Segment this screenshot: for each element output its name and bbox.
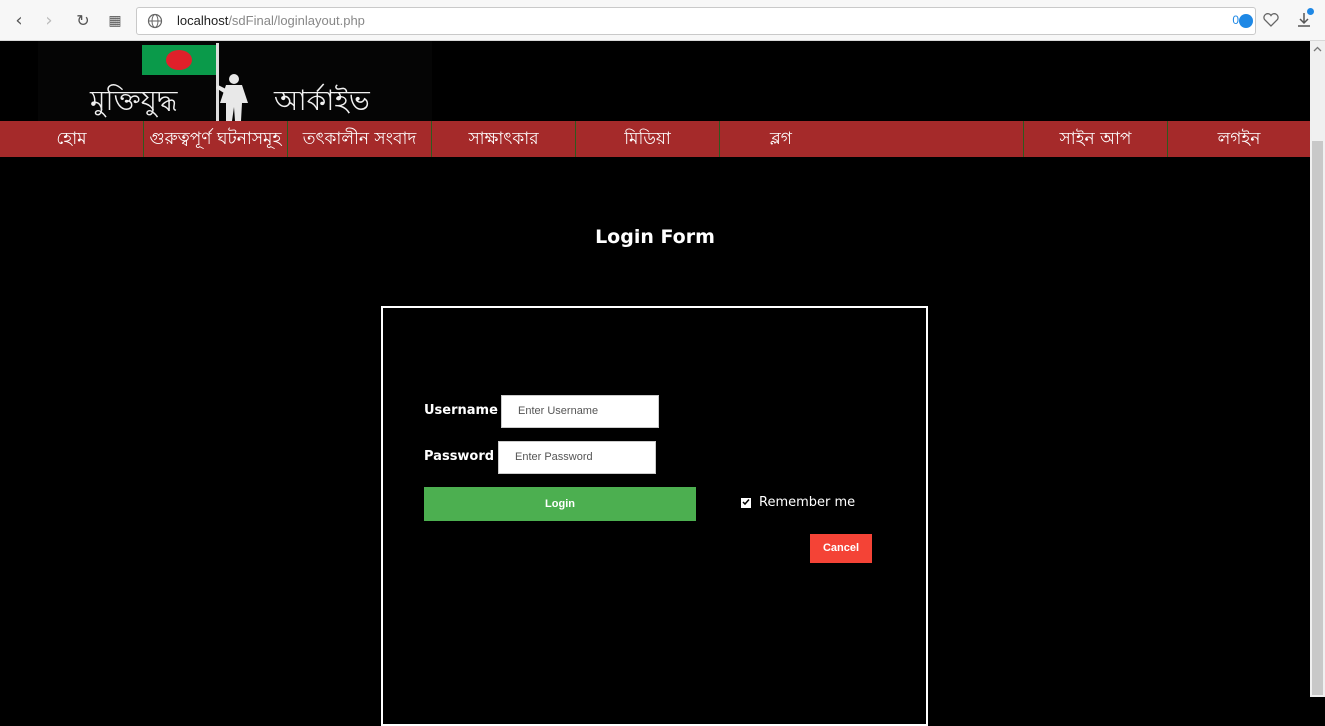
nav-important-events[interactable]: গুরুত্বপূর্ণ ঘটনাসমূহ (144, 121, 288, 157)
address-bar[interactable]: localhost/sdFinal/loginlayout.php 0 (136, 7, 1256, 35)
back-icon[interactable]: ‹ (8, 10, 30, 32)
blocked-counter: 0 (1232, 13, 1239, 27)
freedom-fighter-icon (216, 74, 248, 121)
heart-icon[interactable] (1262, 11, 1280, 29)
browser-toolbar: ‹ › ↻ ▦ localhost/sdFinal/loginlayout.ph… (0, 0, 1325, 41)
main-nav: হোম গুরুত্বপূর্ণ ঘটনাসমূহ তৎকালীন সংবাদ … (0, 121, 1310, 157)
nav-interviews[interactable]: সাক্ষাৎকার (432, 121, 576, 157)
scroll-thumb[interactable] (1312, 141, 1323, 695)
nav-blog[interactable]: ব্লগ (720, 121, 1024, 157)
logo-text-right: আর্কাইভ (274, 84, 370, 117)
remember-label: Remember me (759, 495, 856, 510)
login-form: Username Enter Username Password Enter P… (381, 306, 928, 726)
logo-text-left: মুক্তিযুদ্ধ (90, 84, 178, 117)
scroll-up-icon[interactable] (1313, 45, 1322, 54)
page: মুক্তিযুদ্ধ আর্কাইভ হোম গুরুত্বপূর্ণ ঘটন… (0, 41, 1310, 726)
url-host: localhost (177, 13, 229, 28)
url-path: /sdFinal/loginlayout.php (228, 13, 365, 28)
username-input[interactable]: Enter Username (501, 395, 659, 428)
nav-signup[interactable]: সাইন আপ (1024, 121, 1168, 157)
nav-blog-label: ব্লগ (770, 129, 792, 149)
nav-home[interactable]: হোম (0, 121, 144, 157)
username-label: Username (424, 403, 498, 418)
forward-icon[interactable]: › (38, 10, 60, 32)
url-text: localhost/sdFinal/loginlayout.php (177, 13, 365, 28)
page-title: Login Form (595, 226, 715, 248)
remember-checkbox[interactable] (741, 498, 751, 508)
grid-icon[interactable]: ▦ (104, 10, 126, 32)
shield-icon[interactable] (1239, 14, 1253, 28)
login-button[interactable]: Login (424, 487, 696, 521)
flag-circle (166, 50, 192, 70)
nav-media[interactable]: মিডিয়া (576, 121, 720, 157)
cancel-button[interactable]: Cancel (810, 534, 872, 563)
reload-icon[interactable]: ↻ (72, 10, 94, 32)
nav-news[interactable]: তৎকালীন সংবাদ (288, 121, 432, 157)
password-input[interactable]: Enter Password (498, 441, 656, 474)
password-label: Password (424, 449, 495, 464)
nav-login[interactable]: লগইন (1168, 121, 1310, 157)
scrollbar[interactable] (1310, 41, 1325, 697)
download-badge (1307, 8, 1314, 15)
globe-icon (147, 13, 163, 29)
site-logo[interactable]: মুক্তিযুদ্ধ আর্কাইভ (38, 41, 432, 121)
check-icon (742, 499, 750, 506)
